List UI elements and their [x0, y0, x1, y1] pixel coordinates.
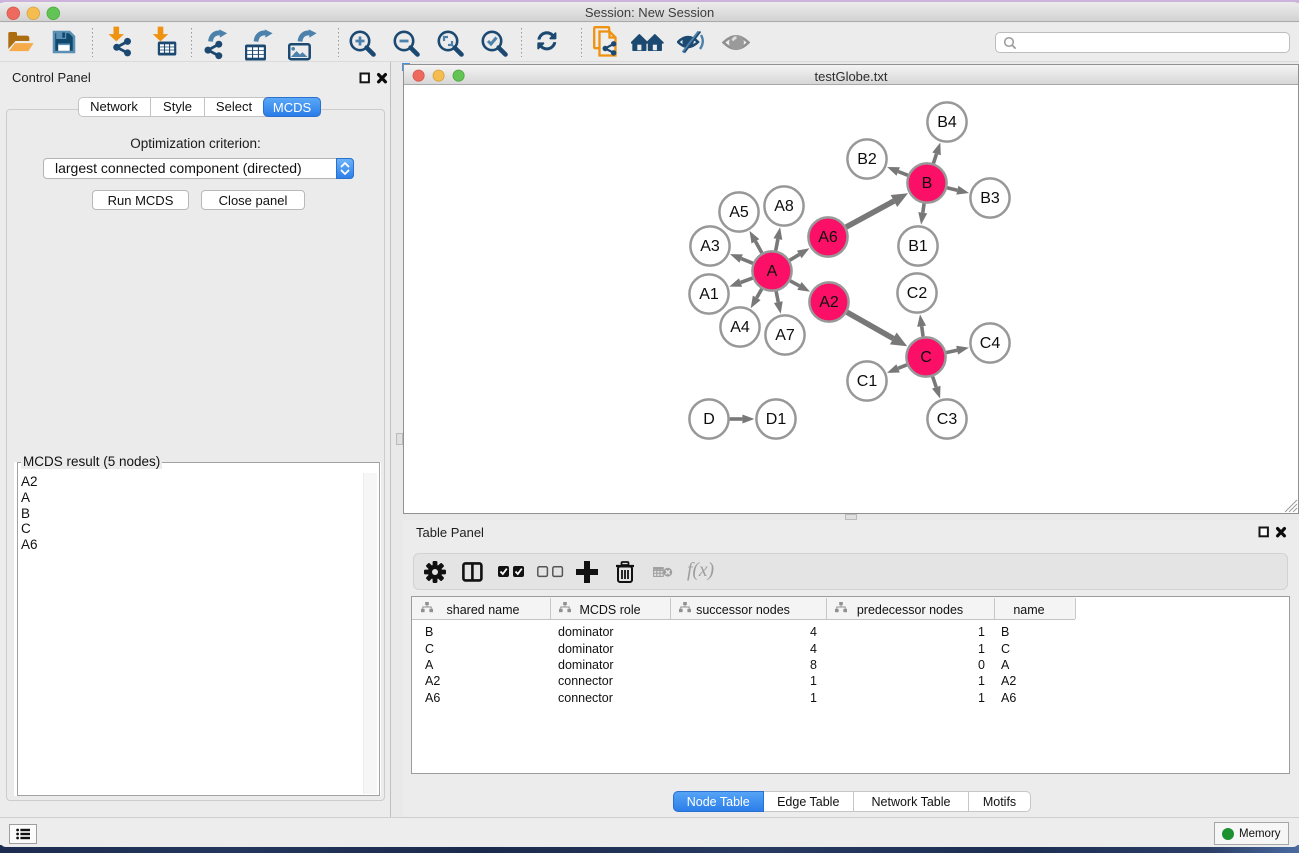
svg-text:A1: A1	[699, 286, 719, 303]
svg-text:A7: A7	[775, 327, 795, 344]
svg-text:C4: C4	[980, 335, 1001, 352]
svg-text:A2: A2	[819, 294, 839, 311]
svg-text:B1: B1	[908, 238, 928, 255]
svg-text:A8: A8	[774, 198, 794, 215]
svg-text:B: B	[922, 175, 933, 192]
svg-text:A6: A6	[818, 229, 838, 246]
svg-text:C3: C3	[937, 411, 958, 428]
svg-text:C: C	[920, 349, 932, 366]
svg-text:A3: A3	[700, 238, 720, 255]
svg-text:A5: A5	[729, 204, 749, 221]
svg-text:A4: A4	[730, 319, 750, 336]
svg-text:B3: B3	[980, 190, 1000, 207]
svg-text:D: D	[703, 411, 715, 428]
svg-text:D1: D1	[766, 411, 787, 428]
svg-text:C2: C2	[907, 285, 928, 302]
svg-text:B4: B4	[937, 114, 957, 131]
svg-text:A: A	[767, 263, 778, 280]
svg-text:C1: C1	[857, 373, 878, 390]
svg-text:B2: B2	[857, 151, 877, 168]
